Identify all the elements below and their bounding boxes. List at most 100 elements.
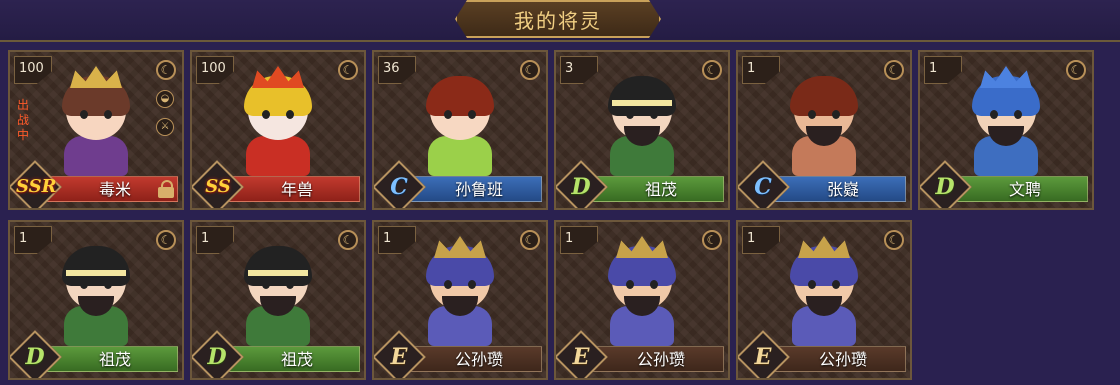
spirit-name: 公孙瓒 — [454, 350, 503, 369]
spirit-card[interactable]: 1 ☾ 祖茂 D — [190, 220, 366, 380]
character-eye — [104, 280, 112, 289]
character-body — [246, 136, 310, 176]
grade-label: D — [207, 344, 227, 370]
character-headgear — [252, 66, 304, 88]
treasure-icon[interactable]: ◒ — [156, 90, 174, 108]
element-icon[interactable]: ☾ — [702, 60, 722, 80]
character-eye — [832, 110, 840, 119]
character-eye — [286, 110, 294, 119]
grade-label: E — [754, 344, 772, 370]
spirit-card[interactable]: 100 ☾ ◒ ⚔ 出战中 毒米 SSR — [8, 50, 184, 210]
element-icon[interactable]: ☾ — [702, 230, 722, 250]
spirit-name: 祖茂 — [98, 350, 131, 369]
grade-label: SS — [205, 176, 231, 197]
page-title: 我的将灵 — [514, 8, 602, 33]
spirit-card-grid: 100 ☾ ◒ ⚔ 出战中 毒米 SSR 100 ☾ 年兽 SS 36 ☾ 孙鲁班 C 3 ☾ 祖茂 D 1 ☾ 张嶷 C 1… — [4, 44, 1116, 382]
character-eye — [626, 280, 634, 289]
character-eye — [650, 280, 658, 289]
character-portrait — [48, 66, 144, 180]
grade-label: C — [754, 174, 772, 200]
spirit-name: 孙鲁班 — [454, 180, 503, 199]
spirit-card[interactable]: 1 ☾ 公孙瓒 E — [736, 220, 912, 380]
character-portrait — [776, 236, 872, 350]
spirit-name: 祖茂 — [644, 180, 677, 199]
character-eye — [626, 110, 634, 119]
title-plate: 我的将灵 — [455, 0, 661, 38]
grade-label: D — [935, 174, 955, 200]
character-body — [64, 136, 128, 176]
grade-label: SSR — [16, 176, 57, 197]
spirit-card[interactable]: 3 ☾ 祖茂 D — [554, 50, 730, 210]
spirit-card[interactable]: 1 ☾ 文聘 D — [918, 50, 1094, 210]
character-eye — [80, 280, 88, 289]
character-eye — [990, 110, 998, 119]
spirit-name: 毒米 — [98, 180, 131, 199]
character-hair — [244, 246, 312, 286]
character-eye — [262, 280, 270, 289]
character-portrait — [958, 66, 1054, 180]
grade-label: D — [571, 174, 591, 200]
spirit-card[interactable]: 100 ☾ 年兽 SS — [190, 50, 366, 210]
spirit-name: 文聘 — [1008, 180, 1041, 199]
spirit-name: 公孙瓒 — [818, 350, 867, 369]
spirit-card[interactable]: 1 ☾ 张嶷 C — [736, 50, 912, 210]
character-portrait — [230, 240, 326, 350]
character-eye — [286, 280, 294, 289]
character-eye — [104, 110, 112, 119]
character-body — [428, 136, 492, 176]
character-eye — [468, 280, 476, 289]
element-icon[interactable]: ☾ — [156, 60, 176, 80]
character-headgear — [434, 236, 486, 258]
character-eye — [262, 110, 270, 119]
element-icon[interactable]: ☾ — [338, 60, 358, 80]
spirit-card[interactable]: 1 ☾ 公孙瓒 E — [372, 220, 548, 380]
spirit-name: 祖茂 — [280, 350, 313, 369]
spirit-name: 张嶷 — [826, 180, 859, 199]
character-headgear — [70, 66, 122, 88]
spirit-card[interactable]: 36 ☾ 孙鲁班 C — [372, 50, 548, 210]
character-portrait — [412, 236, 508, 350]
character-eye — [832, 280, 840, 289]
spirit-card[interactable]: 1 ☾ 公孙瓒 E — [554, 220, 730, 380]
grade-label: C — [390, 174, 408, 200]
character-hair — [608, 76, 676, 116]
character-headgear — [616, 236, 668, 258]
element-icon[interactable]: ☾ — [520, 230, 540, 250]
character-portrait — [48, 240, 144, 350]
sword-icon[interactable]: ⚔ — [156, 118, 174, 136]
top-bar: 我的将灵 — [0, 0, 1120, 42]
character-headgear — [980, 66, 1032, 88]
deployed-label: 出战中 — [16, 98, 29, 142]
element-icon[interactable]: ☾ — [884, 230, 904, 250]
character-eye — [808, 280, 816, 289]
spirit-name: 年兽 — [280, 180, 313, 199]
character-portrait — [776, 70, 872, 180]
character-portrait — [594, 236, 690, 350]
character-headband — [66, 270, 126, 276]
character-headgear — [798, 236, 850, 258]
spirit-card[interactable]: 1 ☾ 祖茂 D — [8, 220, 184, 380]
character-eye — [444, 110, 452, 119]
character-portrait — [594, 70, 690, 180]
grade-label: E — [390, 344, 408, 370]
character-eye — [1014, 110, 1022, 119]
element-icon[interactable]: ☾ — [338, 230, 358, 250]
character-hair — [62, 246, 130, 286]
spirit-name: 公孙瓒 — [636, 350, 685, 369]
lock-body — [158, 187, 174, 198]
grade-label: E — [572, 344, 590, 370]
element-icon[interactable]: ☾ — [520, 60, 540, 80]
character-headband — [248, 270, 308, 276]
grade-label: D — [25, 344, 45, 370]
element-icon[interactable]: ☾ — [156, 230, 176, 250]
character-hair — [790, 76, 858, 116]
character-eye — [808, 110, 816, 119]
character-eye — [650, 110, 658, 119]
lock-icon[interactable] — [158, 180, 174, 198]
element-icon[interactable]: ☾ — [884, 60, 904, 80]
character-headband — [612, 100, 672, 106]
character-hair — [426, 76, 494, 116]
character-eye — [444, 280, 452, 289]
character-eye — [468, 110, 476, 119]
element-icon[interactable]: ☾ — [1066, 60, 1086, 80]
